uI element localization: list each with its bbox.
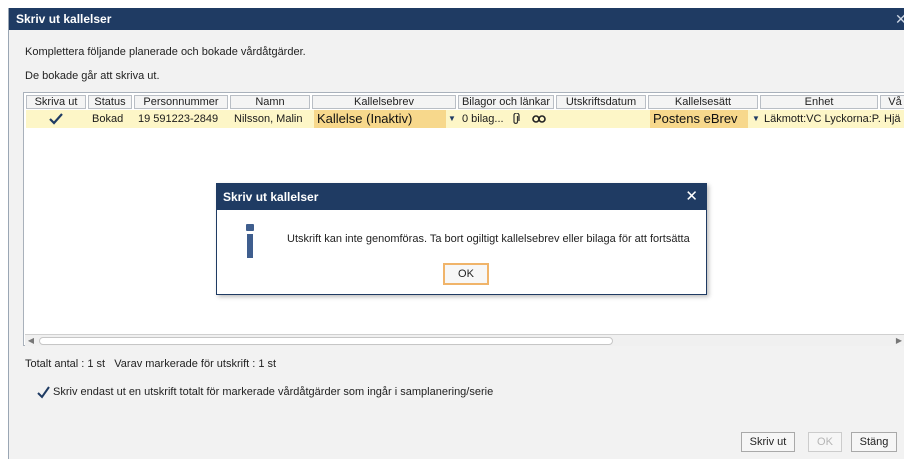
link-icon[interactable] — [532, 110, 552, 128]
horizontal-scrollbar[interactable]: ◀ ▶ — [25, 334, 904, 346]
utskriftsdatum-cell — [556, 110, 646, 128]
bilagor-cell[interactable]: 0 bilag... — [458, 110, 510, 128]
intro-text-1: Komplettera följande planerade och bokad… — [25, 46, 306, 58]
totals-text: Totalt antal : 1 st Varav markerade för … — [25, 358, 276, 370]
column-header-kallelsesatt[interactable]: Kallelsesätt — [648, 95, 758, 109]
total-count: Totalt antal : 1 st — [25, 358, 106, 370]
column-header-enhet[interactable]: Enhet — [760, 95, 878, 109]
column-header-va[interactable]: Vå — [880, 95, 904, 109]
dropdown-arrow-icon[interactable]: ▼ — [752, 110, 760, 128]
error-dialog: Skriv ut kallelser ✕ Utskrift kan inte g… — [216, 183, 707, 295]
dialog-ok-button[interactable]: OK — [443, 263, 489, 285]
scroll-right-icon[interactable]: ▶ — [893, 335, 904, 347]
column-header-print[interactable]: Skriva ut — [26, 95, 86, 109]
va-cell: Hjä — [884, 113, 901, 125]
column-header-status[interactable]: Status — [88, 95, 132, 109]
selected-count: Varav markerade för utskrift : 1 st — [114, 358, 277, 370]
personnummer-cell: 19 591223-2849 — [138, 113, 219, 125]
column-header-kallelsebrev[interactable]: Kallelsebrev — [312, 95, 456, 109]
intro-text-2: De bokade går att skriva ut. — [25, 70, 160, 82]
ok-button[interactable]: OK — [808, 432, 842, 452]
close-button[interactable]: Stäng — [851, 432, 897, 452]
column-header-personnummer[interactable]: Personnummer — [134, 95, 228, 109]
close-icon[interactable]: ✕ — [685, 184, 698, 210]
single-print-label[interactable]: Skriv endast ut en utskrift totalt för m… — [53, 386, 493, 398]
checkmark-icon — [37, 386, 50, 399]
scrollbar-thumb[interactable] — [39, 337, 613, 345]
column-header-name[interactable]: Namn — [230, 95, 310, 109]
paperclip-icon[interactable] — [512, 110, 528, 128]
enhet-cell: Läkmott:VC Lyckorna:P... — [764, 113, 880, 125]
close-icon[interactable]: ✕ — [895, 8, 904, 30]
dialog-title: Skriv ut kallelser — [223, 190, 319, 204]
scroll-left-icon[interactable]: ◀ — [25, 335, 37, 347]
single-print-checkbox[interactable] — [37, 386, 50, 399]
name-cell: Nilsson, Malin — [234, 113, 303, 125]
dialog-message: Utskrift kan inte genomföras. Ta bort og… — [287, 233, 690, 245]
dialog-titlebar: Skriv ut kallelser ✕ — [217, 184, 706, 210]
column-header-bilagor[interactable]: Bilagor och länkar — [458, 95, 554, 109]
info-icon — [243, 224, 257, 258]
window-titlebar: Skriv ut kallelser ✕ — [9, 8, 904, 30]
kallelsebrev-dropdown[interactable]: Kallelse (Inaktiv) — [314, 110, 446, 128]
checkmark-icon — [49, 113, 63, 125]
kallelsesatt-dropdown[interactable]: Postens eBrev — [650, 110, 748, 128]
column-header-utskriftsdatum[interactable]: Utskriftsdatum — [556, 95, 646, 109]
print-checkbox[interactable] — [26, 110, 86, 128]
window-title: Skriv ut kallelser — [16, 12, 112, 26]
dropdown-arrow-icon[interactable]: ▼ — [448, 110, 456, 128]
status-cell: Bokad — [92, 113, 124, 125]
print-button[interactable]: Skriv ut — [741, 432, 795, 452]
